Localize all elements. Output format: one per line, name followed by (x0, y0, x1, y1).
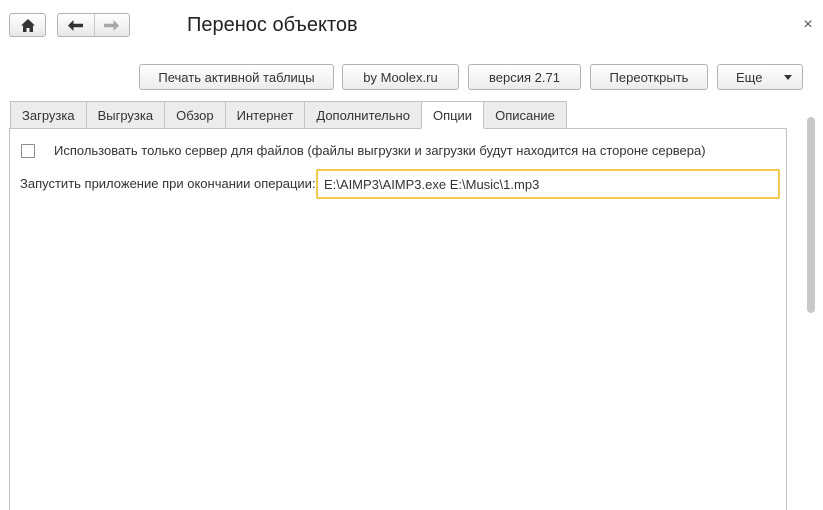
more-menu-button[interactable]: Еще (717, 64, 803, 90)
tab-opisanie[interactable]: Описание (483, 101, 567, 129)
print-active-table-button[interactable]: Печать активной таблицы (139, 64, 334, 90)
page-title: Перенос объектов (187, 14, 358, 36)
version-button[interactable]: версия 2.71 (468, 64, 581, 90)
scrollbar-thumb[interactable] (807, 117, 815, 313)
run-app-label: Запустить приложение при окончании опера… (20, 176, 316, 191)
arrow-right-icon (104, 19, 120, 31)
history-navigation (57, 13, 130, 37)
run-app-input[interactable] (316, 169, 780, 199)
tab-obzor[interactable]: Обзор (164, 101, 226, 129)
tab-dopolnitelno[interactable]: Дополнительно (304, 101, 422, 129)
tab-zagruzka[interactable]: Загрузка (10, 101, 87, 129)
reopen-button[interactable]: Переоткрыть (590, 64, 708, 90)
scrollbar[interactable] (806, 117, 815, 510)
chevron-down-icon (784, 75, 792, 80)
server-only-label[interactable]: Использовать только сервер для файлов (ф… (54, 143, 706, 158)
home-button[interactable] (9, 13, 46, 37)
tab-vygruzka[interactable]: Выгрузка (85, 101, 166, 129)
back-button[interactable] (58, 14, 94, 36)
tab-internet[interactable]: Интернет (224, 101, 306, 129)
tab-optsii[interactable]: Опции (420, 101, 485, 129)
home-icon (20, 18, 35, 32)
arrow-left-icon (68, 19, 84, 31)
by-moolex-button[interactable]: by Moolex.ru (342, 64, 459, 90)
options-panel: Использовать только сервер для файлов (ф… (9, 128, 787, 510)
forward-button[interactable] (93, 14, 130, 36)
more-menu-label: Еще (736, 69, 763, 85)
server-only-checkbox[interactable] (21, 144, 35, 158)
tab-bar: Загрузка Выгрузка Обзор Интернет Дополни… (10, 101, 567, 129)
close-icon[interactable]: × (799, 15, 817, 35)
